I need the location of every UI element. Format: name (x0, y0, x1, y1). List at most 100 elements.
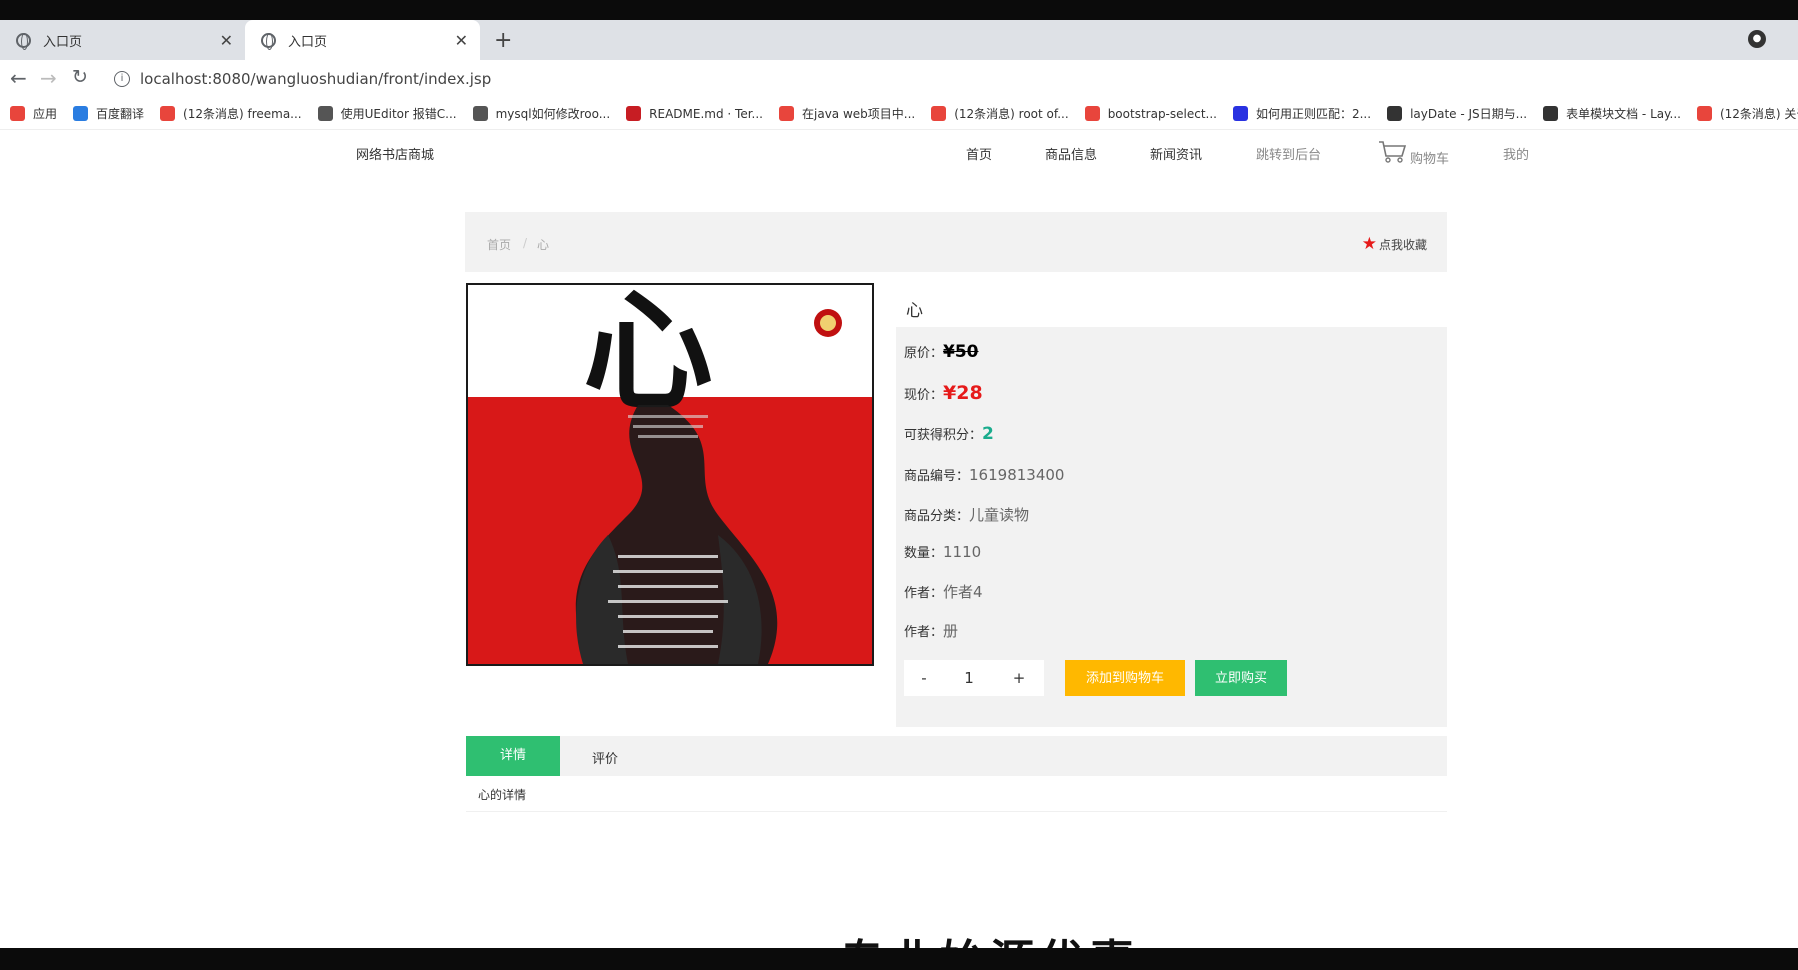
bookmarks-bar: 应用 百度翻译 (12条消息) freema... 使用UEditor 报错C... m… (0, 98, 1798, 130)
current-price-row: 现价： ¥28 (904, 382, 983, 404)
globe-icon (16, 32, 31, 50)
bookmark-item[interactable]: (12条消息) 关于la... (1696, 105, 1798, 122)
close-icon[interactable]: ✕ (220, 31, 233, 50)
nav-news[interactable]: 新闻资讯 (1150, 144, 1202, 163)
bookmark-item[interactable]: mysql如何修改roo... (472, 105, 611, 122)
code-value: 1619813400 (969, 466, 1065, 484)
increment-button[interactable]: + (994, 669, 1044, 687)
nav-admin[interactable]: 跳转到后台 (1256, 144, 1321, 163)
forward-arrow-icon[interactable]: → (40, 66, 57, 90)
bookmark-favicon-icon (1543, 106, 1559, 121)
bookmark-favicon-icon (160, 106, 176, 121)
bookmark-item[interactable]: 百度翻译 (73, 105, 144, 122)
star-icon: ★ (1361, 234, 1377, 254)
detail-content (466, 776, 1447, 812)
bookmark-favicon-icon (779, 106, 794, 121)
bookmark-item[interactable]: (12条消息) root of... (931, 105, 1069, 122)
current-price-label: 现价： (904, 388, 944, 403)
quantity-value: 1110 (943, 543, 982, 561)
bookmark-item[interactable]: README.md · Ter... (626, 106, 763, 121)
quantity-label: 数量： (904, 546, 944, 561)
browser-toolbar: ← → ↻ i localhost:8080/wangluoshudian/fr… (0, 60, 1798, 98)
nav-products[interactable]: 商品信息 (1045, 144, 1097, 163)
bookmark-favicon-icon (73, 106, 89, 121)
screen: 入口页 ✕ 入口页 ✕ + ● ← → ↻ i localhost:8080/w… (0, 0, 1798, 970)
bookmark-label: 使用UEditor 报错C... (340, 107, 457, 121)
bookmark-item[interactable]: 应用 (10, 105, 57, 122)
bookmark-favicon-icon (1232, 106, 1248, 121)
reload-icon[interactable]: ↻ (72, 66, 88, 88)
original-price-label: 原价： (904, 346, 944, 361)
back-arrow-icon[interactable]: ← (10, 66, 27, 90)
original-price: ¥50 (943, 342, 979, 362)
original-price-row: 原价： ¥50 (904, 342, 979, 362)
points-label: 可获得积分： (904, 428, 983, 443)
bookmark-favicon-icon (317, 106, 333, 121)
favorite-button[interactable]: ★ 点我收藏 (1362, 234, 1427, 254)
points-value: 2 (982, 424, 994, 444)
browser-tab-1[interactable]: 入口页 ✕ (0, 20, 245, 60)
bookmark-label: 如何用正则匹配：2... (1255, 107, 1372, 121)
quantity-row: 数量： 1110 (904, 542, 981, 561)
bookmark-item[interactable]: bootstrap-select... (1084, 106, 1217, 121)
author-value-2: 册 (943, 622, 959, 640)
bottom-black-bar (0, 948, 1798, 970)
bookmark-label: mysql如何修改roo... (495, 107, 611, 121)
quantity-input[interactable]: 1 (944, 669, 994, 687)
quantity-stepper: - 1 + (904, 660, 1044, 696)
bookmark-label: 百度翻译 (96, 107, 145, 121)
product-name-bar (896, 283, 1447, 327)
breadcrumb: 首页 / 心 ★ 点我收藏 (465, 212, 1447, 272)
bookmark-favicon-icon (931, 106, 947, 121)
buy-now-button[interactable]: 立即购买 (1195, 660, 1287, 696)
bookmark-item[interactable]: (12条消息) freema... (160, 105, 302, 122)
bookmark-favicon-icon (1084, 106, 1100, 121)
bookmark-item[interactable]: 表单模块文档 - Lay... (1543, 105, 1681, 122)
bookmark-label: bootstrap-select... (1107, 106, 1217, 121)
bookmark-label: README.md · Ter... (649, 106, 763, 121)
bookmark-label: (12条消息) 关于la... (1719, 107, 1798, 121)
bookmark-item[interactable]: 如何用正则匹配：2... (1232, 105, 1372, 122)
breadcrumb-separator: / (523, 236, 528, 250)
apps-grid-icon (10, 106, 25, 121)
bookmark-label: layDate - JS日期与... (1410, 107, 1528, 121)
category-label: 商品分类： (904, 509, 970, 524)
bookmark-label: 在java web项目中... (802, 107, 916, 121)
browser-tab-2[interactable]: 入口页 ✕ (245, 20, 480, 60)
product-name: 心 (906, 301, 923, 321)
tab-detail[interactable]: 详情 (466, 736, 560, 776)
current-price: ¥28 (943, 382, 983, 404)
address-bar[interactable]: i localhost:8080/wangluoshudian/front/in… (104, 64, 1764, 94)
breadcrumb-current: 心 (537, 238, 550, 252)
add-to-cart-button[interactable]: 添加到购物车 (1065, 660, 1185, 696)
tab-title: 入口页 (43, 34, 83, 50)
category-row: 商品分类： 儿童读物 (904, 504, 1029, 525)
bookmark-label: 应用 (33, 107, 58, 121)
url-text[interactable]: localhost:8080/wangluoshudian/front/inde… (140, 70, 491, 88)
bookmark-item[interactable]: 在java web项目中... (779, 105, 915, 122)
bookmark-label: (12条消息) freema... (183, 107, 302, 121)
author-label-2: 作者： (904, 625, 944, 640)
cart-icon[interactable] (1378, 140, 1406, 164)
decrement-button[interactable]: - (904, 669, 944, 687)
new-tab-button[interactable]: + (494, 28, 512, 53)
bookmark-item[interactable]: 使用UEditor 报错C... (317, 105, 457, 122)
top-black-bar (0, 0, 1798, 20)
nav-home[interactable]: 首页 (966, 144, 992, 163)
close-icon[interactable]: ✕ (455, 31, 468, 50)
site-title[interactable]: 网络书店商城 (356, 144, 434, 163)
product-cover-image: 心 (466, 283, 874, 666)
bookmark-label: 表单模块文档 - Lay... (1566, 107, 1681, 121)
tab-review[interactable]: 评价 (592, 748, 618, 767)
info-icon[interactable]: i (114, 71, 130, 87)
nav-cart[interactable]: 购物车 (1410, 148, 1449, 167)
bookmark-favicon-icon (626, 106, 642, 121)
bookmark-label: (12条消息) root of... (954, 107, 1069, 121)
code-row: 商品编号： 1619813400 (904, 465, 1064, 484)
nav-mine[interactable]: 我的 (1503, 144, 1529, 163)
bookmark-favicon-icon (1387, 106, 1403, 121)
bookmark-favicon-icon (1696, 106, 1712, 121)
profile-icon[interactable]: ● (1748, 30, 1766, 48)
breadcrumb-home[interactable]: 首页 (487, 236, 511, 253)
bookmark-item[interactable]: layDate - JS日期与... (1387, 105, 1527, 122)
